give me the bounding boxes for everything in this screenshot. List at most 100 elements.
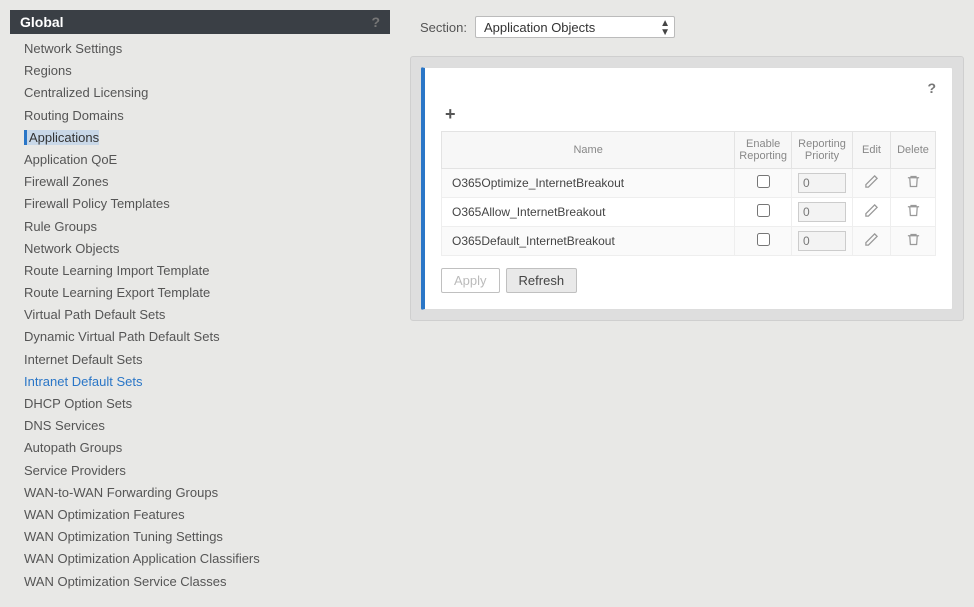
- sidebar-item-label: Rule Groups: [24, 219, 97, 234]
- sidebar-item-label: WAN Optimization Application Classifiers: [24, 551, 260, 566]
- sidebar-item-label: Route Learning Export Template: [24, 285, 210, 300]
- sidebar-item-label: Service Providers: [24, 463, 126, 478]
- section-select-value: Application Objects: [484, 20, 595, 35]
- sidebar-item-9[interactable]: Network Objects: [10, 238, 390, 260]
- col-edit: Edit: [853, 132, 891, 169]
- panel-help-icon[interactable]: ?: [927, 80, 936, 96]
- row-del: [891, 169, 936, 198]
- row-name: O365Default_InternetBreakout: [442, 227, 735, 256]
- row-name: O365Allow_InternetBreakout: [442, 198, 735, 227]
- help-icon[interactable]: ?: [371, 14, 380, 30]
- enable-checkbox[interactable]: [757, 175, 770, 188]
- sidebar-item-23[interactable]: WAN Optimization Application Classifiers: [10, 548, 390, 570]
- sidebar-item-24[interactable]: WAN Optimization Service Classes: [10, 571, 390, 593]
- pencil-icon[interactable]: [864, 174, 879, 189]
- sidebar-item-label: DHCP Option Sets: [24, 396, 132, 411]
- sidebar-item-label: Firewall Policy Templates: [24, 196, 170, 211]
- sidebar-item-15[interactable]: Intranet Default Sets: [10, 371, 390, 393]
- pencil-icon[interactable]: [864, 232, 879, 247]
- sidebar-item-18[interactable]: Autopath Groups: [10, 437, 390, 459]
- section-row: Section: Application Objects ▲▼: [410, 16, 964, 38]
- trash-icon[interactable]: [906, 232, 921, 247]
- sidebar-item-3[interactable]: Routing Domains: [10, 105, 390, 127]
- chevron-updown-icon: ▲▼: [660, 19, 670, 37]
- sidebar-item-label: Regions: [24, 63, 72, 78]
- sidebar-item-14[interactable]: Internet Default Sets: [10, 349, 390, 371]
- sidebar-item-label: Applications: [24, 130, 99, 145]
- sidebar-item-label: Dynamic Virtual Path Default Sets: [24, 329, 220, 344]
- col-enable: Enable Reporting: [735, 132, 792, 169]
- sidebar-item-11[interactable]: Route Learning Export Template: [10, 282, 390, 304]
- sidebar-item-label: WAN Optimization Tuning Settings: [24, 529, 223, 544]
- sidebar-item-label: DNS Services: [24, 418, 105, 433]
- sidebar-item-1[interactable]: Regions: [10, 60, 390, 82]
- row-edit: [853, 169, 891, 198]
- app-objects-table: Name Enable Reporting Reporting Priority…: [441, 131, 936, 256]
- sidebar-item-13[interactable]: Dynamic Virtual Path Default Sets: [10, 326, 390, 348]
- refresh-button[interactable]: Refresh: [506, 268, 578, 293]
- row-edit: [853, 227, 891, 256]
- enable-checkbox[interactable]: [757, 204, 770, 217]
- row-prio: [792, 169, 853, 198]
- sidebar-item-label: Internet Default Sets: [24, 352, 143, 367]
- sidebar-item-label: Autopath Groups: [24, 440, 122, 455]
- col-name: Name: [442, 132, 735, 169]
- table-row: O365Allow_InternetBreakout: [442, 198, 936, 227]
- prio-input[interactable]: [798, 231, 846, 251]
- row-enable: [735, 198, 792, 227]
- prio-input[interactable]: [798, 202, 846, 222]
- button-row: Apply Refresh: [441, 268, 936, 293]
- sidebar-item-8[interactable]: Rule Groups: [10, 216, 390, 238]
- row-edit: [853, 198, 891, 227]
- sidebar-item-label: Intranet Default Sets: [24, 374, 143, 389]
- trash-icon[interactable]: [906, 174, 921, 189]
- sidebar-item-17[interactable]: DNS Services: [10, 415, 390, 437]
- apply-button[interactable]: Apply: [441, 268, 500, 293]
- prio-input[interactable]: [798, 173, 846, 193]
- sidebar-item-4[interactable]: Applications: [10, 127, 390, 149]
- sidebar-item-label: Firewall Zones: [24, 174, 109, 189]
- sidebar-title: Global: [20, 14, 64, 30]
- enable-checkbox[interactable]: [757, 233, 770, 246]
- sidebar-item-21[interactable]: WAN Optimization Features: [10, 504, 390, 526]
- row-del: [891, 198, 936, 227]
- section-select[interactable]: Application Objects ▲▼: [475, 16, 675, 38]
- sidebar-item-label: Virtual Path Default Sets: [24, 307, 165, 322]
- sidebar-header: Global ?: [10, 10, 390, 34]
- col-del: Delete: [891, 132, 936, 169]
- sidebar-item-label: WAN Optimization Service Classes: [24, 574, 227, 589]
- sidebar-item-label: Network Settings: [24, 41, 122, 56]
- content-panel: ? + Name Enable Reporting Reporting Prio…: [421, 67, 953, 310]
- sidebar-item-19[interactable]: Service Providers: [10, 460, 390, 482]
- sidebar-item-label: Routing Domains: [24, 108, 124, 123]
- row-prio: [792, 227, 853, 256]
- sidebar: Global ? Network Settings Regions Centrali…: [10, 10, 390, 597]
- sidebar-item-label: Network Objects: [24, 241, 119, 256]
- plus-icon: +: [445, 104, 456, 124]
- sidebar-item-10[interactable]: Route Learning Import Template: [10, 260, 390, 282]
- sidebar-item-22[interactable]: WAN Optimization Tuning Settings: [10, 526, 390, 548]
- col-prio: Reporting Priority: [792, 132, 853, 169]
- row-enable: [735, 227, 792, 256]
- table-row: O365Optimize_InternetBreakout: [442, 169, 936, 198]
- sidebar-item-16[interactable]: DHCP Option Sets: [10, 393, 390, 415]
- sidebar-item-label: WAN-to-WAN Forwarding Groups: [24, 485, 218, 500]
- row-del: [891, 227, 936, 256]
- row-enable: [735, 169, 792, 198]
- sidebar-item-12[interactable]: Virtual Path Default Sets: [10, 304, 390, 326]
- row-name: O365Optimize_InternetBreakout: [442, 169, 735, 198]
- add-button[interactable]: +: [441, 102, 936, 131]
- sidebar-item-5[interactable]: Application QoE: [10, 149, 390, 171]
- trash-icon[interactable]: [906, 203, 921, 218]
- sidebar-item-20[interactable]: WAN-to-WAN Forwarding Groups: [10, 482, 390, 504]
- sidebar-item-6[interactable]: Firewall Zones: [10, 171, 390, 193]
- sidebar-item-label: WAN Optimization Features: [24, 507, 185, 522]
- pencil-icon[interactable]: [864, 203, 879, 218]
- sidebar-item-7[interactable]: Firewall Policy Templates: [10, 193, 390, 215]
- main-panel: Section: Application Objects ▲▼ ? +: [410, 10, 964, 597]
- sidebar-item-label: Centralized Licensing: [24, 85, 148, 100]
- sidebar-item-0[interactable]: Network Settings: [10, 38, 390, 60]
- sidebar-item-2[interactable]: Centralized Licensing: [10, 82, 390, 104]
- sidebar-item-label: Route Learning Import Template: [24, 263, 209, 278]
- sidebar-item-label: Application QoE: [24, 152, 117, 167]
